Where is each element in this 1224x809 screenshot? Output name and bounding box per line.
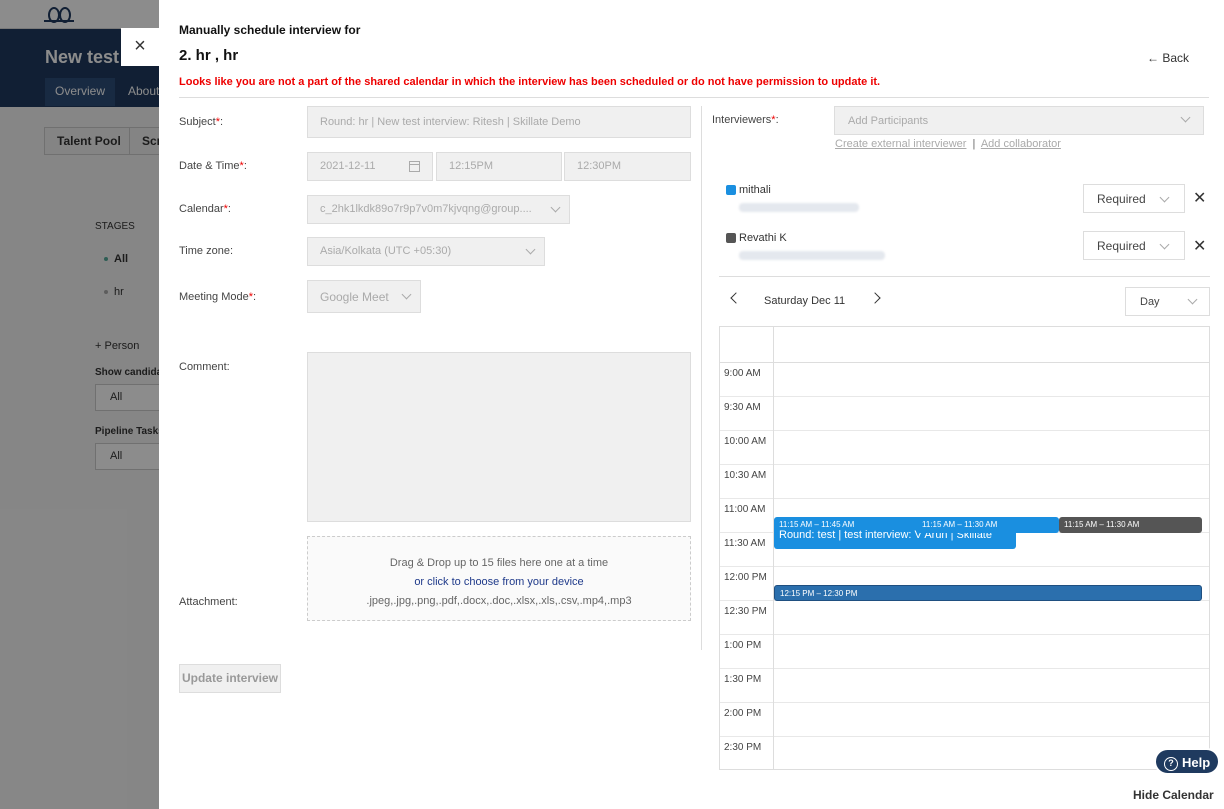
calendar-date-label: Saturday Dec 11 <box>764 295 846 307</box>
remove-participant-icon[interactable]: ✕ <box>1193 236 1206 256</box>
time-slot-label: 12:00 PM <box>724 572 767 583</box>
time-slot-label: 2:00 PM <box>724 708 762 719</box>
datetime-label: Date & Time*: <box>179 160 247 172</box>
calendar-view-value: Day <box>1140 296 1160 308</box>
event-time: 12:15 PM – 12:30 PM <box>780 589 858 598</box>
time-slot-label: 2:30 PM <box>724 742 762 753</box>
time-slot[interactable]: 10:30 AM <box>720 465 1209 499</box>
time-slot-label: 10:00 AM <box>724 436 767 447</box>
column-divider <box>701 106 702 650</box>
chevron-down-icon <box>1180 112 1191 123</box>
chevron-down-icon <box>525 244 536 255</box>
divider <box>719 276 1210 277</box>
chevron-left-icon[interactable] <box>730 292 742 304</box>
participant-email-redacted <box>739 203 859 212</box>
attachment-dropzone[interactable]: Drag & Drop up to 15 files here one at a… <box>307 536 691 621</box>
back-link[interactable]: ← Back <box>1147 51 1189 65</box>
time-slot[interactable]: 10:00 AM <box>720 431 1209 465</box>
time-slot-label: 12:30 PM <box>724 606 767 617</box>
calendar-select[interactable]: c_2hk1lkdk89o7r9p7v0m7kjvqng@group.... <box>307 195 570 224</box>
chevron-down-icon <box>1187 294 1198 305</box>
help-button[interactable]: ? Help <box>1154 748 1220 775</box>
add-collaborator-link[interactable]: Add collaborator <box>981 138 1061 150</box>
participant-email-redacted <box>739 251 885 260</box>
remove-participant-icon[interactable]: ✕ <box>1193 188 1206 208</box>
chevron-down-icon <box>550 202 561 213</box>
time-slot[interactable]: 2:00 PM <box>720 703 1209 737</box>
date-field[interactable]: 2021-12-11 <box>307 152 433 181</box>
day-calendar-grid: 9:00 AM 9:30 AM 10:00 AM 10:30 AM 11:00 … <box>719 326 1210 770</box>
help-label: Help <box>1182 755 1211 770</box>
time-slot[interactable]: 1:30 PM <box>720 669 1209 703</box>
time-slot[interactable]: 9:00 AM <box>720 363 1209 397</box>
time-slot[interactable]: 9:30 AM <box>720 397 1209 431</box>
panel-heading: Manually schedule interview for <box>179 23 361 37</box>
divider <box>179 97 1209 98</box>
participant-color-swatch <box>726 185 736 195</box>
add-participants-placeholder: Add Participants <box>848 115 929 127</box>
time-slot-label: 9:00 AM <box>724 368 761 379</box>
calendar-label: Calendar*: <box>179 203 231 215</box>
time-slot[interactable]: 12:30 PM <box>720 601 1209 635</box>
add-participants-select[interactable]: Add Participants <box>834 106 1204 135</box>
meeting-mode-label: Meeting Mode*: <box>179 291 257 303</box>
participant-requirement-select[interactable]: Required <box>1083 231 1185 260</box>
calendar-icon <box>409 161 420 172</box>
allowed-file-types: .jpeg,.jpg,.png,.pdf,.docx,.doc,.xlsx,.x… <box>366 595 632 607</box>
calendar-event[interactable]: 11:15 AM – 11:30 AM <box>917 517 1059 533</box>
participant-name: Revathi K <box>739 232 787 244</box>
chevron-down-icon <box>1159 239 1170 250</box>
time-slot-label: 1:30 PM <box>724 674 762 685</box>
meeting-mode-select[interactable]: Google Meet <box>307 280 421 313</box>
calendar-value: c_2hk1lkdk89o7r9p7v0m7kjvqng@group.... <box>320 203 532 215</box>
calendar-header-row <box>720 327 1209 363</box>
time-slot-label: 11:00 AM <box>724 504 766 515</box>
create-external-interviewer-link[interactable]: Create external interviewer <box>835 138 966 150</box>
requirement-value: Required <box>1097 239 1146 253</box>
permission-warning: Looks like you are not a part of the sha… <box>179 76 881 88</box>
hide-calendar-link[interactable]: Hide Calendar <box>1133 788 1214 802</box>
attachment-label: Attachment: <box>179 596 238 608</box>
subject-field[interactable]: Round: hr | New test interview: Ritesh |… <box>307 106 691 138</box>
timezone-select[interactable]: Asia/Kolkata (UTC +05:30) <box>307 237 545 266</box>
requirement-value: Required <box>1097 192 1146 206</box>
dropzone-instruction: Drag & Drop up to 15 files here one at a… <box>389 557 609 569</box>
meeting-mode-value: Google Meet <box>320 290 389 304</box>
participant-requirement-select[interactable]: Required <box>1083 184 1185 213</box>
question-icon: ? <box>1164 757 1178 771</box>
start-time-field[interactable]: 12:15PM <box>436 152 562 181</box>
time-slot[interactable]: 2:30 PM <box>720 737 1209 769</box>
choose-file-link[interactable]: or click to choose from your device <box>308 573 690 592</box>
schedule-interview-panel: Manually schedule interview for 2. hr , … <box>159 0 1224 809</box>
interviewers-label: Interviewers*: <box>712 114 779 126</box>
participant-name: mithali <box>739 184 771 196</box>
participant-color-swatch <box>726 233 736 243</box>
calendar-event[interactable]: 11:15 AM – 11:30 AM <box>1059 517 1202 533</box>
update-interview-button[interactable]: Update interview <box>179 664 281 693</box>
interviewer-links: Create external interviewer | Add collab… <box>835 138 1061 150</box>
chevron-down-icon <box>401 289 412 300</box>
subject-label: Subject*: <box>179 116 224 128</box>
link-separator: | <box>972 138 976 150</box>
calendar-event[interactable]: 12:15 PM – 12:30 PM <box>774 585 1202 601</box>
timezone-value: Asia/Kolkata (UTC +05:30) <box>320 245 452 257</box>
time-slot-label: 10:30 AM <box>724 470 767 481</box>
close-icon[interactable]: × <box>121 28 159 66</box>
event-time: 11:15 AM – 11:30 AM <box>922 520 998 529</box>
calendar-view-select[interactable]: Day <box>1125 287 1210 316</box>
time-column-divider <box>773 327 774 769</box>
time-slot-label: 9:30 AM <box>724 402 761 413</box>
chevron-right-icon[interactable] <box>869 292 881 304</box>
comment-textarea[interactable] <box>307 352 691 522</box>
time-slot[interactable]: 1:00 PM <box>720 635 1209 669</box>
end-time-field[interactable]: 12:30PM <box>564 152 691 181</box>
timezone-label: Time zone: <box>179 245 234 257</box>
chevron-down-icon <box>1159 192 1170 203</box>
event-time: 11:15 AM – 11:30 AM <box>1064 520 1140 529</box>
date-value: 2021-12-11 <box>320 160 376 172</box>
time-slot-label: 1:00 PM <box>724 640 762 651</box>
time-slot-label: 11:30 AM <box>724 538 766 549</box>
panel-title: 2. hr , hr <box>179 47 239 64</box>
comment-label: Comment: <box>179 361 230 373</box>
